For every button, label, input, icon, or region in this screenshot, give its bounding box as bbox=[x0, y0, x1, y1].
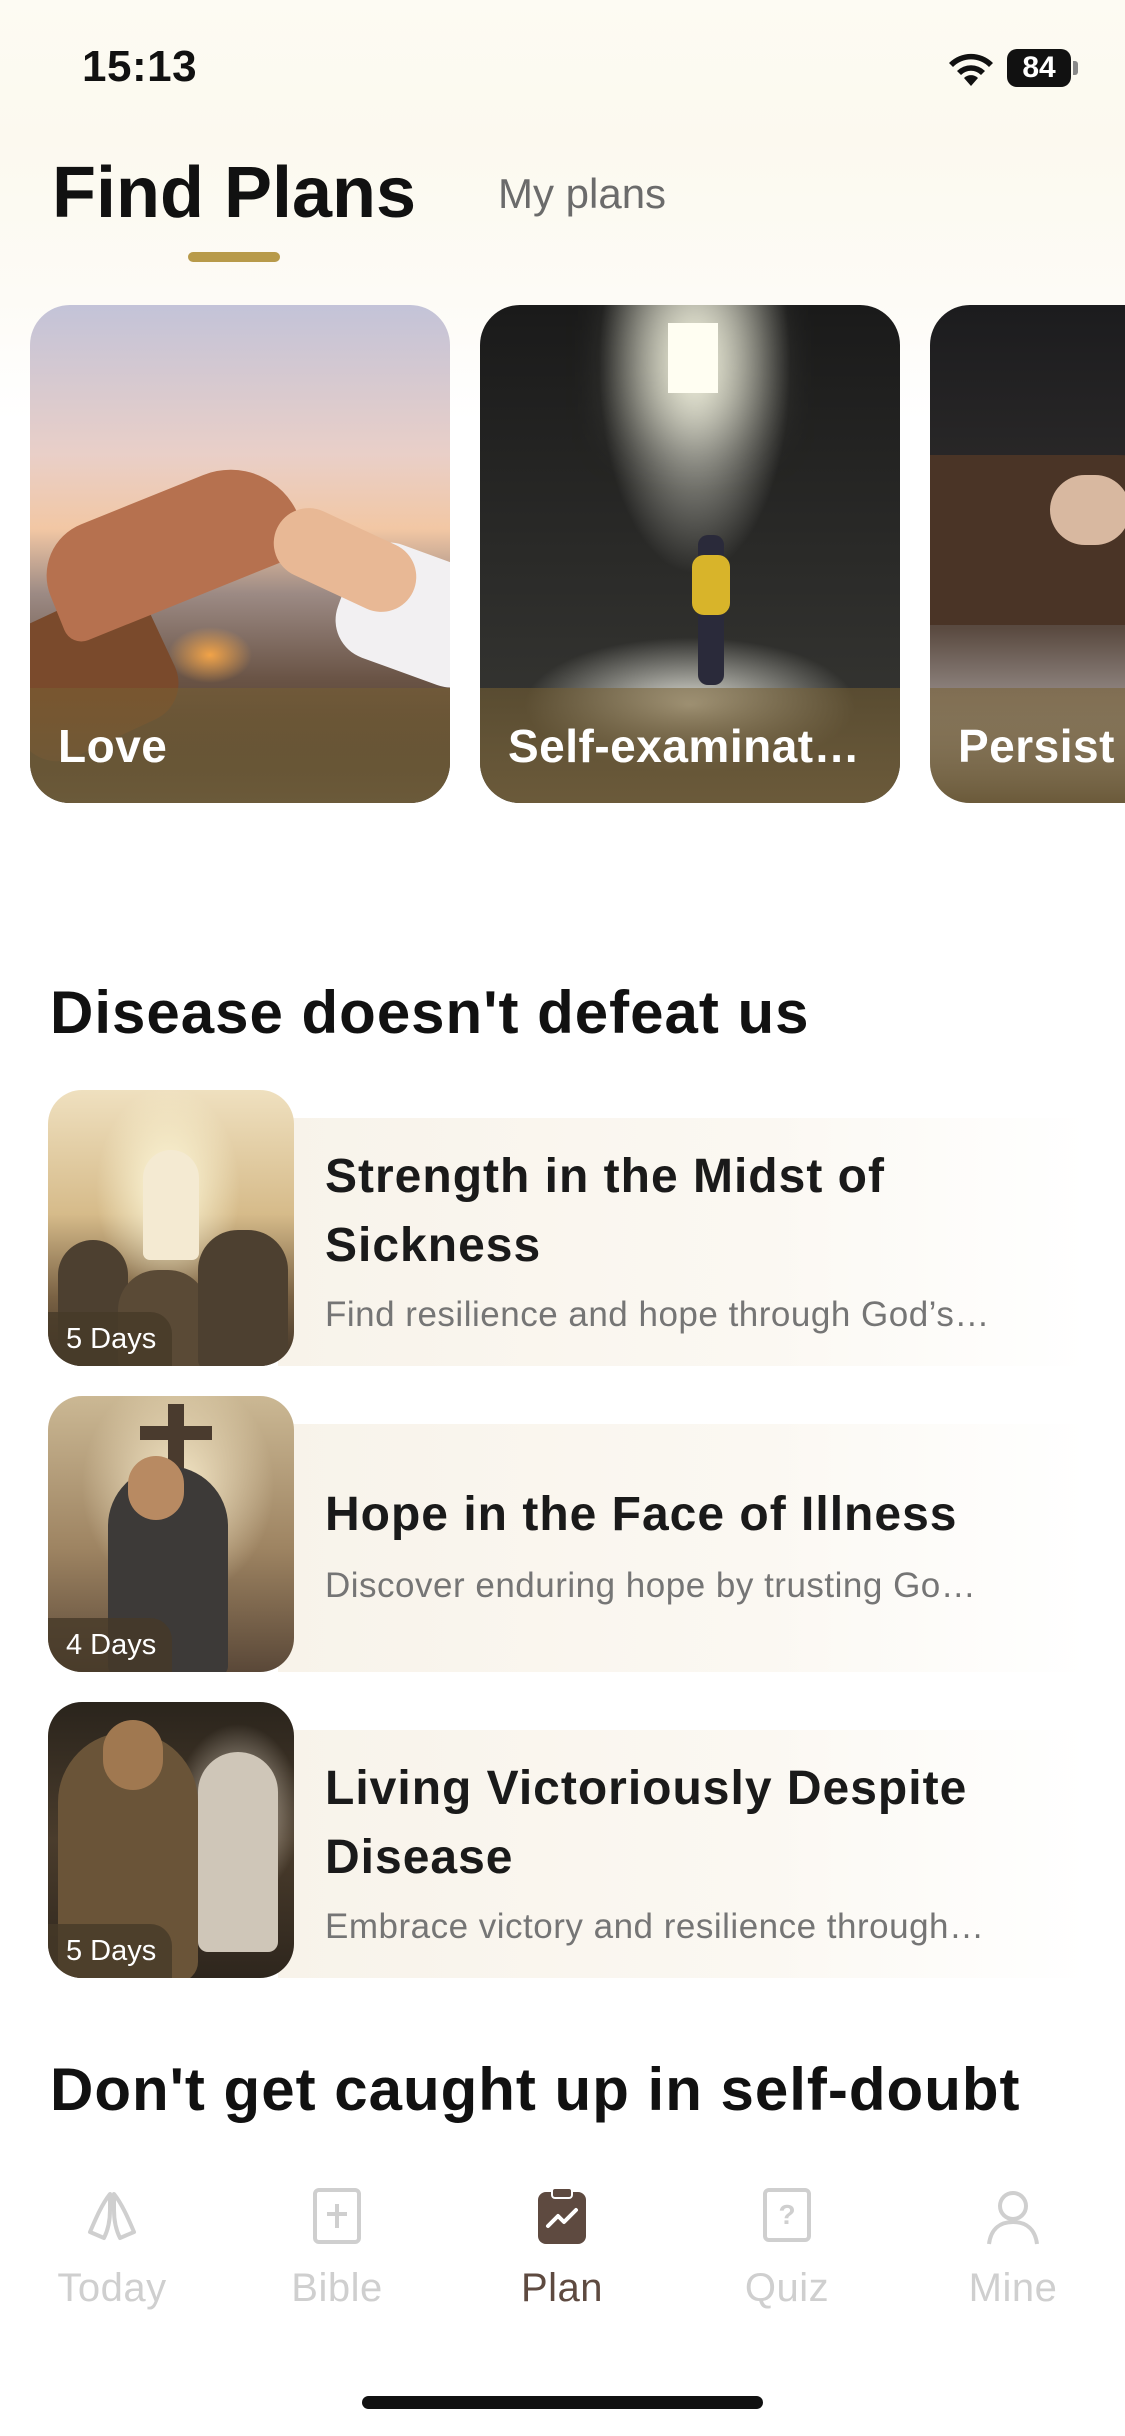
tab-label: Plan bbox=[520, 2266, 604, 2310]
tab-mine[interactable]: Mine bbox=[913, 2186, 1113, 2326]
wifi-icon bbox=[949, 53, 993, 86]
bible-icon bbox=[313, 2188, 361, 2244]
svg-text:?: ? bbox=[778, 2199, 795, 2230]
home-indicator[interactable] bbox=[362, 2396, 763, 2409]
tab-label: Today bbox=[57, 2266, 167, 2310]
topic-carousel[interactable]: Love Self-examinat… Persist bbox=[0, 305, 1125, 805]
plan-item[interactable]: 5 Days Living Victoriously Despite Disea… bbox=[48, 1702, 1088, 1978]
plan-item[interactable]: 5 Days Strength in the Midst of Sickness… bbox=[48, 1090, 1088, 1366]
praying-hands-icon bbox=[88, 2192, 136, 2240]
plans-screen: 15:13 84 Find Plans My plans Love Self-e… bbox=[0, 0, 1125, 2436]
tab-quiz[interactable]: ? Quiz bbox=[687, 2186, 887, 2326]
topic-card-self-examination[interactable]: Self-examinat… bbox=[480, 305, 900, 803]
profile-icon bbox=[987, 2191, 1039, 2245]
section-title: Don't get caught up in self-doubt bbox=[50, 2056, 1021, 2123]
tab-today[interactable]: Today bbox=[12, 2186, 212, 2326]
tab-label: Quiz bbox=[744, 2266, 830, 2310]
tab-find-plans[interactable]: Find Plans bbox=[52, 152, 416, 234]
plan-duration-badge: 5 Days bbox=[48, 1312, 173, 1366]
plans-header: Find Plans My plans bbox=[0, 140, 1125, 270]
topic-label: Self-examinat… bbox=[508, 720, 861, 772]
topic-label: Persist bbox=[958, 720, 1115, 772]
plan-thumbnail: 5 Days bbox=[48, 1702, 294, 1978]
active-tab-underline bbox=[188, 252, 280, 262]
plan-clipboard-icon bbox=[538, 2187, 586, 2244]
plan-title: Strength in the Midst of Sickness bbox=[325, 1150, 885, 1272]
tab-my-plans[interactable]: My plans bbox=[498, 170, 666, 218]
bottom-tab-bar: Today Bible Plan ? Quiz Mine bbox=[0, 2150, 1125, 2436]
plan-duration-badge: 4 Days bbox=[48, 1618, 173, 1672]
status-time: 15:13 bbox=[82, 42, 198, 91]
plan-description: Find resilience and hope through God’s… bbox=[325, 1295, 990, 1334]
plan-duration-badge: 5 Days bbox=[48, 1924, 173, 1978]
tab-plan[interactable]: Plan bbox=[462, 2186, 662, 2326]
status-bar: 15:13 84 bbox=[0, 0, 1125, 135]
plan-item[interactable]: 4 Days Hope in the Face of Illness Disco… bbox=[48, 1396, 1088, 1672]
topic-label: Love bbox=[58, 720, 168, 772]
topic-card-persistence[interactable]: Persist bbox=[930, 305, 1125, 803]
plan-title: Living Victoriously Despite Disease bbox=[325, 1762, 968, 1884]
battery-indicator: 84 bbox=[1007, 49, 1078, 87]
topic-card-love[interactable]: Love bbox=[30, 305, 450, 803]
tab-label: Mine bbox=[968, 2266, 1058, 2310]
plan-description: Discover enduring hope by trusting Go… bbox=[325, 1566, 977, 1605]
quiz-icon: ? bbox=[763, 2188, 811, 2242]
battery-level: 84 bbox=[1007, 49, 1071, 87]
tab-bible[interactable]: Bible bbox=[237, 2186, 437, 2326]
section-title: Disease doesn't defeat us bbox=[50, 979, 810, 1046]
tab-label: Bible bbox=[291, 2266, 383, 2310]
battery-nub bbox=[1073, 61, 1078, 75]
plan-title: Hope in the Face of Illness bbox=[325, 1488, 958, 1541]
plan-thumbnail: 5 Days bbox=[48, 1090, 294, 1366]
plan-description: Embrace victory and resilience through… bbox=[325, 1907, 985, 1946]
plan-thumbnail: 4 Days bbox=[48, 1396, 294, 1672]
